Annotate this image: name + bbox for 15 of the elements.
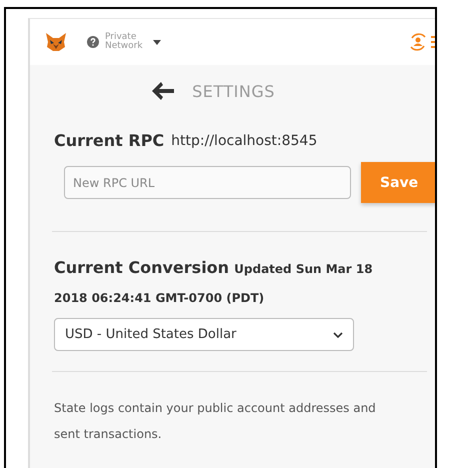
rpc-url: http://localhost:8545 (171, 132, 318, 148)
rpc-url-field[interactable]: New RPC URL (64, 166, 352, 199)
currency-select[interactable]: USD - United States Dollar (54, 318, 354, 351)
conversion-heading: Current Conversion Updated Sun Mar 18 2018 06:24:41 GMT-0700 (PDT) (54, 257, 374, 307)
back-arrow-icon[interactable] (152, 82, 174, 100)
chevron-down-icon (333, 332, 343, 338)
caret-icon[interactable] (152, 40, 161, 44)
state-logs-description: State logs contain your public account addresses and sent transactions. (53, 400, 377, 443)
account-sync-icon[interactable] (408, 32, 428, 52)
help-icon[interactable] (87, 36, 99, 48)
save-button[interactable]: Save (361, 162, 435, 203)
page-title: SETTINGS (192, 82, 275, 100)
rpc-label: Current RPC (54, 131, 164, 150)
network-name[interactable]: Private Network (105, 33, 143, 51)
fox-logo-icon (45, 32, 67, 52)
